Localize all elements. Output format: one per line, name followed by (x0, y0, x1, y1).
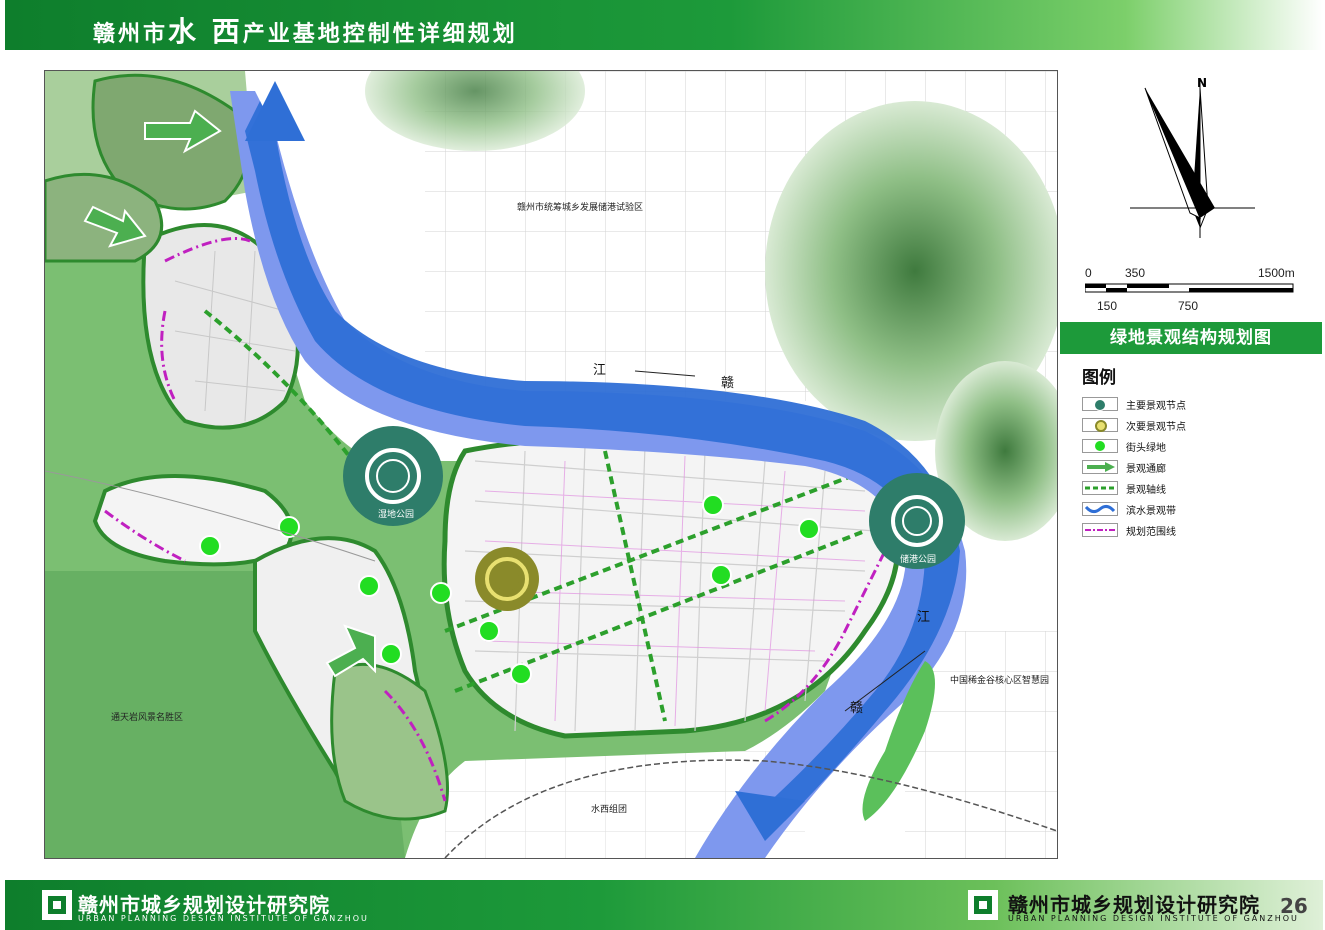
scale-label-0: 0 (1085, 266, 1092, 280)
river-label-jiang: 江 (593, 363, 607, 378)
compass-north-label: N (1197, 76, 1208, 90)
west-pod (92, 474, 294, 567)
scale-label-1500: 1500m (1258, 266, 1295, 280)
legend-item-minor-node: 次要景观节点 (1082, 416, 1186, 434)
legend-label: 次要景观节点 (1126, 421, 1186, 433)
legend-item-waterfront: 滨水景观带 (1082, 500, 1176, 518)
title-big: 水 西 (168, 15, 243, 48)
river-label-jiang: 江 (917, 610, 931, 625)
legend-label: 规划范围线 (1126, 526, 1176, 538)
footer-bar: 赣州市城乡规划设计研究院 URBAN PLANNING DESIGN INSTI… (5, 880, 1323, 930)
institute-logo-icon (42, 890, 72, 920)
map-title: 绿地景观结构规划图 (1060, 322, 1322, 354)
label-wetland-park: 湿地公园 (378, 510, 415, 520)
legend-label: 主要景观节点 (1126, 400, 1186, 412)
scale-label-350: 350 (1125, 266, 1146, 280)
corridor-arrow-icon (1082, 460, 1118, 474)
scale-bar (1085, 283, 1294, 293)
legend-label: 景观轴线 (1126, 484, 1166, 496)
label-port-park: 储港公园 (900, 555, 937, 565)
major-node-icon (1082, 397, 1118, 411)
legend-label: 街头绿地 (1126, 442, 1166, 454)
page-title: 赣州市水 西产业基地控制性详细规划 (93, 10, 518, 50)
map-canvas[interactable]: 赣州市统筹城乡发展储港试验区 湿地公园 储港公园 通天岩风景名胜区 水西组团 中… (44, 70, 1058, 859)
boundary-line-icon (1082, 523, 1118, 537)
compass-icon (1130, 78, 1255, 238)
label-shuixi-group: 水西组团 (591, 805, 628, 815)
map-drawing (45, 71, 1057, 858)
title-suffix: 产业基地控制性详细规划 (242, 22, 518, 47)
legend-item-major-node: 主要景观节点 (1082, 395, 1186, 413)
side-panel: N 0 350 1500m 150 750 绿地景观结构规划图 图例 主要景观节… (1060, 70, 1325, 860)
legend-title: 图例 (1082, 368, 1116, 388)
scale-label-750: 750 (1178, 299, 1199, 313)
header-bar: 赣州市水 西产业基地控制性详细规划 (5, 0, 1323, 50)
label-rare-earth: 中国稀金谷核心区智慧园 (950, 676, 1050, 686)
street-green-icon (1082, 439, 1118, 453)
legend-item-street-green: 街头绿地 (1082, 437, 1166, 455)
legend-item-boundary: 规划范围线 (1082, 521, 1176, 539)
minor-node (475, 547, 539, 611)
river-label-gan: 赣 (721, 376, 735, 391)
legend-item-axis: 景观轴线 (1082, 479, 1166, 497)
institute-name-en: URBAN PLANNING DESIGN INSTITUTE OF GANZH… (78, 914, 369, 923)
minor-node-icon (1082, 418, 1118, 432)
scale-label-150: 150 (1097, 299, 1118, 313)
waterfront-icon (1082, 502, 1118, 516)
legend-item-corridor: 景观通廊 (1082, 458, 1166, 476)
label-tongtianyan: 通天岩风景名胜区 (111, 713, 184, 723)
legend-label: 滨水景观带 (1126, 505, 1176, 517)
page-number: 26 (1280, 894, 1308, 918)
river-label-gan: 赣 (850, 701, 864, 716)
title-prefix: 赣州市 (93, 22, 169, 47)
legend-label: 景观通廊 (1126, 463, 1166, 475)
institute-logo-icon (968, 890, 998, 920)
institute-name-en-right: URBAN PLANNING DESIGN INSTITUTE OF GANZH… (1008, 914, 1299, 923)
label-zone-north: 赣州市统筹城乡发展储港试验区 (517, 203, 644, 213)
axis-line-icon (1082, 481, 1118, 495)
